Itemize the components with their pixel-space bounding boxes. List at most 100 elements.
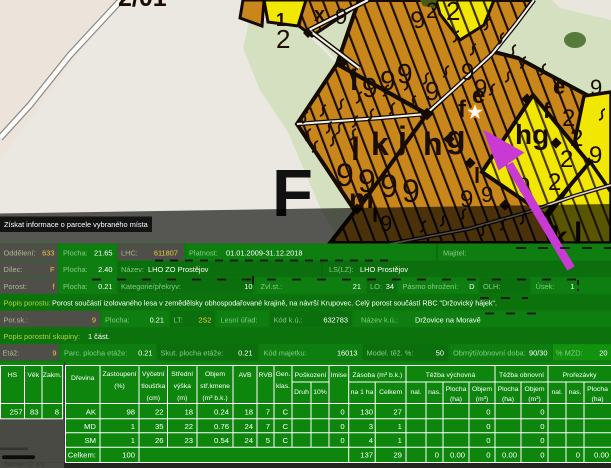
svg-text:Plocha: Plocha (446, 386, 467, 393)
svg-text:2: 2 (548, 169, 561, 196)
svg-text:22: 22 (155, 408, 164, 417)
svg-text:f: f (458, 96, 467, 123)
svg-text:x: x (314, 4, 325, 26)
svg-text:Imise: Imise (331, 372, 347, 379)
svg-text:Popis porostní skupiny:: Popis porostní skupiny: (4, 332, 80, 341)
svg-text:Platnost:: Platnost: (189, 249, 218, 258)
svg-text:633: 633 (42, 249, 54, 258)
svg-text:nas.: nas. (428, 389, 441, 396)
svg-text:Plocha: Plocha (587, 386, 608, 393)
svg-text:Porost součástí izolovaného le: Porost součástí izolovaného lesa v zeměd… (52, 299, 497, 308)
svg-text:Dřevina: Dřevina (71, 375, 95, 382)
svg-text:9: 9 (402, 173, 420, 209)
svg-text:Celkem: Celkem (379, 389, 402, 396)
svg-text:C: C (282, 436, 288, 445)
svg-text:LS(LZ):: LS(LZ): (329, 265, 354, 274)
svg-text:1: 1 (131, 422, 135, 431)
svg-text:0: 0 (486, 408, 490, 417)
svg-text:klas.: klas. (276, 383, 290, 390)
svg-text:h: h (423, 126, 443, 162)
svg-text:i: i (350, 64, 358, 97)
svg-text:(cm): (cm) (146, 395, 160, 402)
svg-text:Gen.: Gen. (276, 371, 291, 378)
svg-text:29: 29 (393, 451, 402, 460)
svg-text:OLH:: OLH: (483, 282, 500, 291)
svg-text:9: 9 (589, 142, 602, 169)
svg-text:18: 18 (184, 408, 193, 417)
svg-text:2: 2 (426, 0, 438, 23)
svg-text:9: 9 (92, 315, 96, 324)
svg-text:9: 9 (397, 58, 413, 89)
svg-text:Porost:: Porost: (4, 282, 27, 291)
svg-text:0: 0 (540, 436, 544, 445)
svg-text:na 1 ha: na 1 ha (351, 389, 374, 396)
svg-text:Parc. plocha etáže:: Parc. plocha etáže: (64, 349, 127, 358)
svg-text:0.21: 0.21 (138, 349, 152, 358)
svg-text:Plocha:: Plocha: (63, 282, 88, 291)
svg-text:Plocha:: Plocha: (63, 265, 88, 274)
svg-text:9: 9 (380, 65, 396, 96)
svg-text:C: C (282, 408, 288, 417)
svg-text:632783: 632783 (323, 315, 348, 324)
svg-text:137: 137 (360, 451, 373, 460)
svg-text:0.00: 0.00 (450, 451, 465, 460)
svg-text:(m³): (m³) (476, 396, 488, 403)
svg-text:0: 0 (340, 436, 344, 445)
svg-text:100: 100 (122, 451, 135, 460)
svg-text:Etáž:: Etáž: (3, 349, 20, 358)
svg-text:16013: 16013 (337, 349, 358, 358)
svg-text:0: 0 (486, 436, 490, 445)
svg-text:7: 7 (266, 422, 270, 431)
svg-text:Kód k.ú.:: Kód k.ú.: (274, 315, 303, 324)
svg-text:Poškození: Poškození (295, 372, 327, 379)
svg-text:34: 34 (386, 282, 394, 291)
svg-text:výška: výška (174, 383, 192, 390)
svg-text:Věk: Věk (27, 372, 39, 379)
svg-text:Celkem:: Celkem: (68, 451, 96, 460)
svg-text:0.76: 0.76 (214, 422, 229, 431)
svg-text:C: C (282, 422, 288, 431)
svg-text:Kód majetku:: Kód majetku: (264, 349, 307, 358)
svg-text:Druh: Druh (294, 389, 309, 396)
svg-text:(ha): (ha) (450, 396, 462, 403)
svg-text:tloušťka: tloušťka (141, 383, 165, 390)
svg-text:l: l (474, 163, 480, 188)
svg-text:9: 9 (590, 75, 602, 100)
svg-text:2: 2 (560, 146, 573, 173)
svg-text:98: 98 (126, 408, 135, 417)
svg-text:Dílec:: Dílec: (4, 265, 23, 274)
svg-text:Kategorie/překryv:: Kategorie/překryv: (121, 282, 181, 291)
svg-text:RVB: RVB (259, 372, 273, 379)
svg-text:0.00: 0.00 (502, 451, 517, 460)
svg-text:LO:: LO: (370, 282, 382, 291)
svg-text:2S2: 2S2 (198, 315, 211, 324)
svg-text:g: g (446, 119, 466, 155)
svg-text:D: D (469, 282, 474, 291)
svg-text:(m³): (m³) (528, 396, 540, 403)
svg-text:0: 0 (340, 408, 344, 417)
svg-text:Objem: Objem (472, 386, 492, 393)
svg-text:j: j (397, 120, 407, 156)
svg-text:1: 1 (398, 422, 402, 431)
svg-text:Majitel:: Majitel: (443, 249, 466, 258)
svg-text:e: e (472, 82, 485, 109)
svg-text:9: 9 (52, 349, 56, 358)
svg-text:0: 0 (486, 451, 490, 460)
svg-text:Popis porostu:: Popis porostu: (4, 299, 51, 308)
svg-text:9: 9 (481, 182, 493, 207)
svg-text:1: 1 (131, 436, 135, 445)
svg-text:Název:: Název: (121, 265, 144, 274)
svg-text:(ha): (ha) (591, 396, 603, 403)
svg-text:stř.kmene: stř.kmene (200, 383, 230, 390)
svg-text:Obmýtí/obnovní doba:: Obmýtí/obnovní doba: (453, 349, 526, 358)
svg-text:0: 0 (540, 451, 544, 460)
svg-text:Získat informace o parcele vyb: Získat informace o parcele vybraného mís… (4, 220, 149, 229)
svg-text:nal.: nal. (552, 389, 563, 396)
svg-text:e: e (553, 74, 565, 99)
svg-text:LHO ZO Prostějov: LHO ZO Prostějov (148, 265, 209, 274)
svg-text:Výčetní: Výčetní (142, 371, 165, 378)
svg-text:Držovice na Moravě: Držovice na Moravě (415, 315, 481, 324)
svg-text:10: 10 (244, 282, 252, 291)
svg-text:Objem: Objem (205, 371, 225, 378)
svg-text:3: 3 (369, 422, 373, 431)
